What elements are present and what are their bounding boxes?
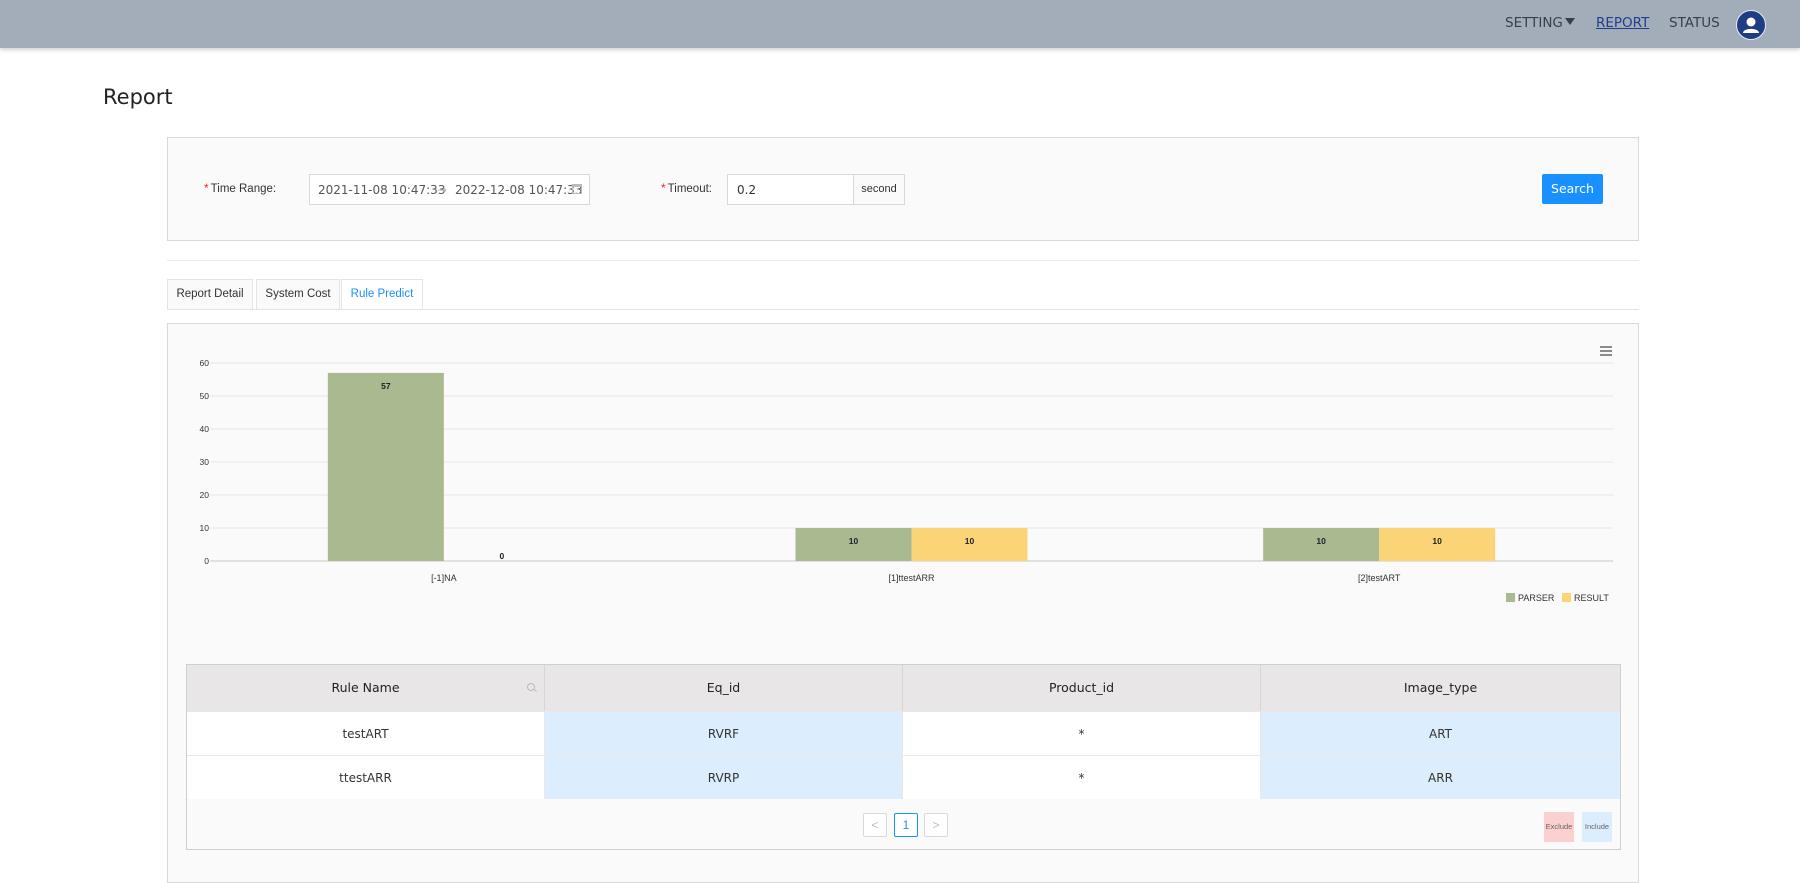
bar-parser bbox=[327, 372, 444, 561]
caret-down-icon bbox=[1564, 18, 1575, 25]
nav-status[interactable]: STATUS bbox=[1669, 15, 1720, 31]
required-mark: * bbox=[661, 181, 666, 195]
column-header-product-id[interactable]: Product_id bbox=[903, 665, 1261, 711]
include-legend: Include bbox=[1582, 812, 1612, 842]
user-avatar-icon[interactable] bbox=[1736, 10, 1766, 40]
y-tick-label: 40 bbox=[200, 424, 210, 434]
section-divider bbox=[167, 260, 1639, 261]
pagination-prev-button[interactable]: < bbox=[863, 813, 887, 837]
tabs-baseline bbox=[167, 309, 1639, 310]
top-navigation-bar: SETTING REPORT STATUS bbox=[0, 0, 1800, 48]
range-arrow-icon: → bbox=[437, 183, 448, 197]
page-title: Report bbox=[103, 85, 173, 109]
column-header-rule-name[interactable]: Rule Name bbox=[187, 665, 545, 711]
tab-rule-predict[interactable]: Rule Predict bbox=[341, 279, 423, 310]
column-header-image-type[interactable]: Image_type bbox=[1261, 665, 1620, 711]
timeout-label: * Timeout: bbox=[661, 181, 712, 195]
x-tick-label: [2]testART bbox=[1358, 573, 1401, 583]
range-start-input[interactable]: 2021-11-08 10:47:33 bbox=[318, 183, 445, 197]
legend-label: PARSER bbox=[1518, 593, 1555, 603]
nav-setting-label: SETTING bbox=[1505, 15, 1563, 31]
table-cell: ARR bbox=[1261, 755, 1620, 799]
time-range-picker[interactable]: 2021-11-08 10:47:33 → 2022-12-08 10:47:3… bbox=[309, 174, 590, 205]
bar-chart: 0 10 20 30 40 50 60 [-1]NA 57 0 [1]ttestARR 10 10 [2]… bbox=[200, 346, 1613, 603]
bar-data-label: 10 bbox=[1316, 536, 1326, 546]
bar-data-label: 57 bbox=[381, 381, 391, 391]
table-cell: testART bbox=[187, 711, 545, 755]
calendar-icon[interactable] bbox=[572, 184, 582, 194]
legend-swatch bbox=[1506, 593, 1515, 602]
nav-setting[interactable]: SETTING bbox=[1505, 15, 1575, 31]
table-cell: RVRP bbox=[545, 755, 903, 799]
pagination-next-button[interactable]: > bbox=[924, 813, 948, 837]
nav-report[interactable]: REPORT bbox=[1596, 15, 1649, 31]
table-cell: RVRF bbox=[545, 711, 903, 755]
table-cell: * bbox=[903, 755, 1261, 799]
x-tick-label: [1]ttestARR bbox=[888, 573, 935, 583]
time-range-label: * Time Range: bbox=[204, 181, 277, 195]
y-tick-label: 0 bbox=[204, 556, 209, 566]
bar-data-label: 10 bbox=[1432, 536, 1442, 546]
range-end-input[interactable]: 2022-12-08 10:47:33 bbox=[455, 183, 582, 197]
search-button[interactable]: Search bbox=[1542, 174, 1603, 204]
legend-swatch bbox=[1562, 593, 1571, 602]
y-tick-label: 50 bbox=[200, 391, 210, 401]
y-tick-label: 60 bbox=[200, 358, 210, 368]
tab-report-detail[interactable]: Report Detail bbox=[167, 279, 253, 309]
tab-system-cost[interactable]: System Cost bbox=[256, 279, 340, 309]
column-search-icon[interactable] bbox=[527, 683, 535, 691]
y-tick-label: 10 bbox=[200, 523, 210, 533]
bar-data-label: 10 bbox=[965, 536, 975, 546]
legend-label: RESULT bbox=[1574, 593, 1609, 603]
table-cell: ART bbox=[1261, 711, 1620, 755]
chart-menu-icon[interactable] bbox=[1600, 346, 1612, 356]
required-mark: * bbox=[204, 181, 209, 195]
table-cell: ttestARR bbox=[187, 755, 545, 799]
column-header-eq-id[interactable]: Eq_id bbox=[545, 665, 903, 711]
y-tick-label: 30 bbox=[200, 457, 210, 467]
pagination-page-1[interactable]: 1 bbox=[894, 813, 918, 837]
exclude-legend: Exclude bbox=[1544, 812, 1574, 842]
bar-data-label: 10 bbox=[849, 536, 859, 546]
y-tick-label: 20 bbox=[200, 490, 210, 500]
table-cell: * bbox=[903, 711, 1261, 755]
timeout-input[interactable]: 0.2 bbox=[727, 174, 854, 205]
bar-data-label: 0 bbox=[499, 551, 504, 561]
x-tick-label: [-1]NA bbox=[431, 573, 457, 583]
timeout-unit-addon: second bbox=[853, 174, 905, 205]
